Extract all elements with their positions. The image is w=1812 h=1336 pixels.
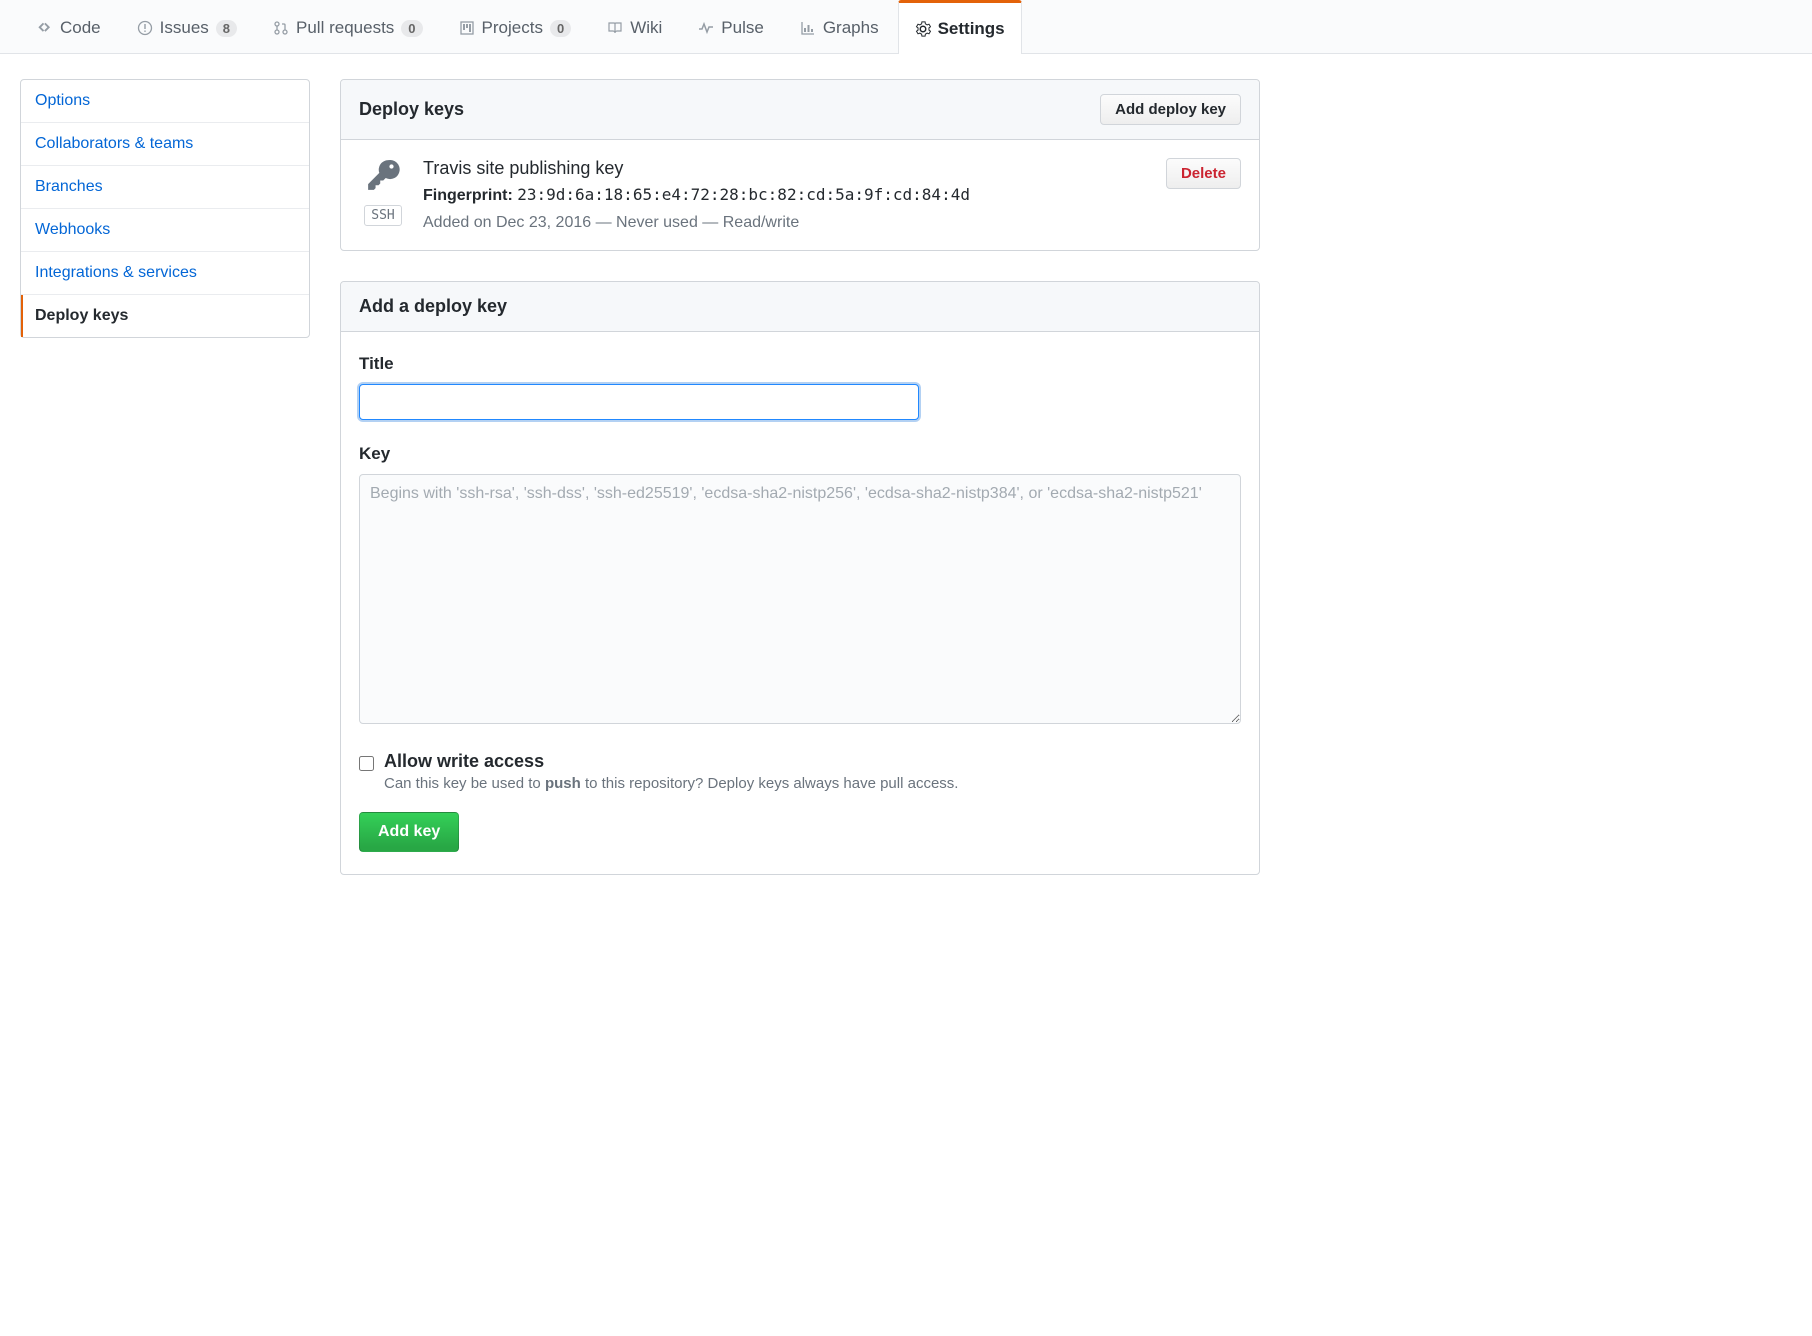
tab-pulse-label: Pulse [721,18,764,38]
tab-pull-requests[interactable]: Pull requests 0 [256,0,440,53]
key-textarea[interactable] [359,474,1241,724]
project-icon [459,20,475,36]
tab-pr-label: Pull requests [296,18,394,38]
sidebar-item-options[interactable]: Options [21,80,309,123]
allow-write-label: Allow write access [384,751,958,772]
deploy-key-fingerprint: Fingerprint: 23:9d:6a:18:65:e4:72:28:bc:… [423,183,1150,208]
tab-settings[interactable]: Settings [898,0,1022,54]
delete-key-button[interactable]: Delete [1166,158,1241,189]
fingerprint-label: Fingerprint: [423,187,513,204]
allow-write-checkbox[interactable] [359,756,374,771]
tab-wiki-label: Wiki [630,18,662,38]
projects-count: 0 [550,20,571,37]
sidebar-item-integrations[interactable]: Integrations & services [21,252,309,295]
add-deploy-key-button[interactable]: Add deploy key [1100,94,1241,125]
title-input[interactable] [359,384,919,420]
deploy-key-row: SSH Travis site publishing key Fingerpri… [341,140,1259,250]
repo-tabs: Code Issues 8 Pull requests 0 Projects 0… [0,0,1812,54]
key-icon [366,158,400,195]
title-label: Title [359,354,1241,374]
code-icon [37,20,53,36]
tab-graphs[interactable]: Graphs [783,0,896,53]
fingerprint-value: 23:9d:6a:18:65:e4:72:28:bc:82:cd:5a:9f:c… [517,185,970,204]
graph-icon [800,20,816,36]
tab-projects-label: Projects [482,18,543,38]
ssh-badge: SSH [364,205,401,226]
tab-projects[interactable]: Projects 0 [442,0,589,53]
tab-issues-label: Issues [160,18,209,38]
tab-pulse[interactable]: Pulse [681,0,781,53]
tab-wiki[interactable]: Wiki [590,0,679,53]
deploy-key-name: Travis site publishing key [423,158,1150,179]
pulse-icon [698,20,714,36]
sidebar-item-webhooks[interactable]: Webhooks [21,209,309,252]
add-key-submit-button[interactable]: Add key [359,812,459,852]
deploy-keys-title: Deploy keys [359,99,464,120]
pr-count: 0 [401,20,422,37]
gear-icon [915,21,931,37]
add-deploy-key-title: Add a deploy key [359,296,507,317]
sidebar-item-deploy-keys[interactable]: Deploy keys [21,295,309,337]
key-label: Key [359,444,1241,464]
tab-issues[interactable]: Issues 8 [120,0,254,53]
book-icon [607,20,623,36]
allow-write-desc: Can this key be used to push to this rep… [384,775,958,792]
tab-code[interactable]: Code [20,0,118,53]
tab-code-label: Code [60,18,101,38]
settings-sidebar: Options Collaborators & teams Branches W… [20,79,310,338]
issue-icon [137,20,153,36]
add-deploy-key-panel: Add a deploy key Title Key Allow write a… [340,281,1260,875]
issues-count: 8 [216,20,237,37]
tab-graphs-label: Graphs [823,18,879,38]
git-pull-request-icon [273,20,289,36]
sidebar-item-branches[interactable]: Branches [21,166,309,209]
deploy-keys-panel: Deploy keys Add deploy key SSH Travis si… [340,79,1260,251]
tab-settings-label: Settings [938,19,1005,39]
sidebar-item-collaborators[interactable]: Collaborators & teams [21,123,309,166]
deploy-key-meta: Added on Dec 23, 2016 — Never used — Rea… [423,214,1150,232]
